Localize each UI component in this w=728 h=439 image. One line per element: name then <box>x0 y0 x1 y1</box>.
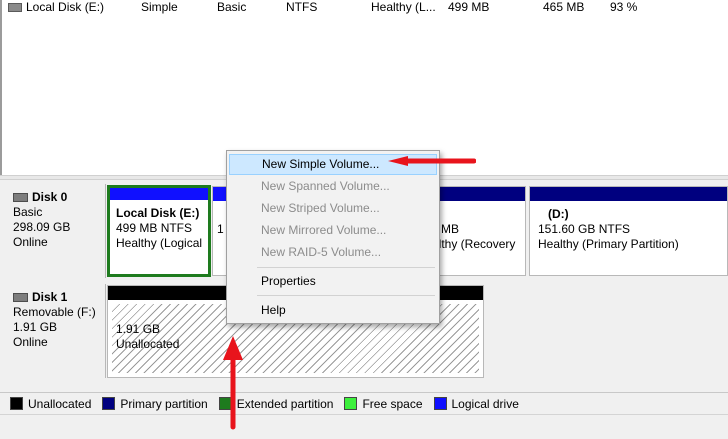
status-bar <box>0 414 728 439</box>
partition-info: (D:) 151.60 GB NTFS Healthy (Primary Par… <box>534 205 723 271</box>
partition-size: 1.91 GB <box>116 322 161 336</box>
volume-layout: Simple <box>141 0 178 14</box>
disk-0-size: 298.09 GB <box>13 220 71 234</box>
legend-item-primary: Primary partition <box>102 396 208 411</box>
legend-swatch <box>10 397 23 410</box>
disk-icon <box>8 3 22 12</box>
disk-1-label[interactable]: Disk 1 Removable (F:) 1.91 GB Online <box>5 284 106 378</box>
menu-item-new-raid5-volume[interactable]: New RAID-5 Volume... <box>229 242 437 263</box>
legend-item-logical: Logical drive <box>433 396 519 411</box>
volume-list: Local Disk (E:) Simple Basic NTFS Health… <box>0 0 728 175</box>
menu-item-help[interactable]: Help <box>229 300 437 321</box>
logical-drive-bar <box>110 188 208 200</box>
legend-bar: Unallocated Primary partition Extended p… <box>0 392 728 414</box>
legend-swatch <box>433 397 447 410</box>
partition-info: Local Disk (E:) 499 MB NTFS Healthy (Log… <box>112 204 206 270</box>
partition-name: Local Disk (E:) <box>116 206 200 220</box>
partition-name: (D:) <box>548 207 569 221</box>
volume-type: Basic <box>217 0 247 14</box>
partition-status: Healthy (Primary Partition) <box>538 237 679 251</box>
volume-capacity: 499 MB <box>448 0 490 14</box>
partition-d[interactable]: (D:) 151.60 GB NTFS Healthy (Primary Par… <box>529 186 728 276</box>
context-menu: New Simple Volume... New Spanned Volume.… <box>226 150 440 324</box>
disk-1-state: Online <box>13 335 48 349</box>
legend-label: Free space <box>362 396 423 411</box>
legend-label: Primary partition <box>120 396 208 411</box>
volume-percent-free: 93 % <box>610 0 638 14</box>
menu-separator <box>257 267 435 268</box>
partition-local-disk-e[interactable]: Local Disk (E:) 499 MB NTFS Healthy (Log… <box>107 185 211 277</box>
menu-item-properties[interactable]: Properties <box>229 271 437 292</box>
disk-icon <box>13 193 28 202</box>
disk-0-state: Online <box>13 235 48 249</box>
disk-0-title: Disk 0 <box>32 190 68 204</box>
menu-separator <box>257 295 435 296</box>
legend-item-unallocated: Unallocated <box>10 397 91 411</box>
legend-label: Logical drive <box>451 396 519 411</box>
partition-size: MB <box>441 222 459 236</box>
menu-item-new-striped-volume[interactable]: New Striped Volume... <box>229 198 437 219</box>
disk-1-type: Removable (F:) <box>13 305 96 319</box>
disk-1-title: Disk 1 <box>32 290 68 304</box>
partition-status: Unallocated <box>116 337 180 351</box>
red-arrow-annotation <box>223 336 243 430</box>
volume-free-space: 465 MB <box>543 0 585 14</box>
volume-name[interactable]: Local Disk (E:) <box>26 0 104 14</box>
partition-status: althy (Recovery <box>432 237 516 251</box>
legend-label: Extended partition <box>236 396 334 411</box>
disk-0-type: Basic <box>13 205 43 219</box>
disk-0-label[interactable]: Disk 0 Basic 298.09 GB Online <box>5 184 106 278</box>
partition-size: 499 MB NTFS <box>116 221 193 235</box>
logical-drive-bar <box>213 187 227 201</box>
partition-size: 1 <box>217 222 224 236</box>
legend-item-free-space: Free space <box>344 396 423 411</box>
partition-status: Healthy (Logical <box>116 236 203 250</box>
menu-item-new-mirrored-volume[interactable]: New Mirrored Volume... <box>229 220 437 241</box>
legend-label: Unallocated <box>28 396 92 411</box>
volume-file-system: NTFS <box>286 0 318 14</box>
primary-partition-bar <box>530 187 727 201</box>
red-arrow-annotation <box>388 156 476 166</box>
legend-swatch <box>344 397 358 410</box>
disk-icon <box>13 293 28 302</box>
partition-size: 151.60 GB NTFS <box>538 222 631 236</box>
disk-1-size: 1.91 GB <box>13 320 58 334</box>
legend-swatch <box>102 397 116 410</box>
volume-status: Healthy (L... <box>371 0 436 14</box>
menu-item-new-spanned-volume[interactable]: New Spanned Volume... <box>229 176 437 197</box>
